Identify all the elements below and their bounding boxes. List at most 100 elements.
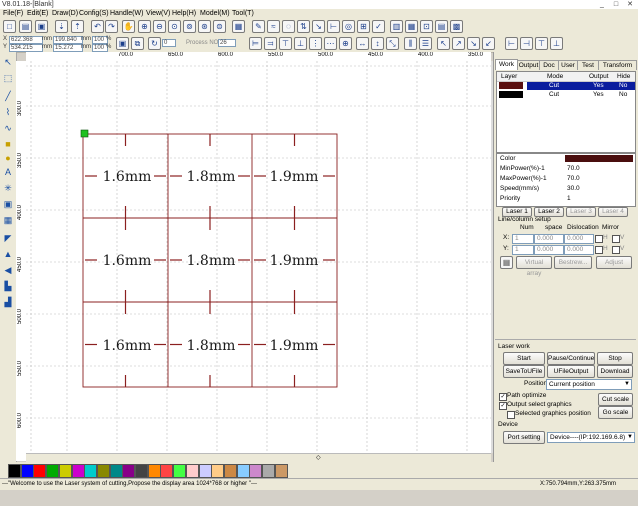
distribute-v-icon[interactable]: ☰ (419, 37, 432, 50)
prop-value[interactable]: 70.0 (567, 175, 580, 183)
save-to-ufile-button[interactable]: SaveToUFile (503, 365, 545, 378)
close-button[interactable]: ✕ (623, 0, 637, 9)
layout-icon[interactable]: ▤ (435, 20, 448, 33)
palette-swatch[interactable] (135, 464, 148, 478)
adjust-button[interactable]: Adjust (596, 256, 632, 269)
layer-color-swatch[interactable] (499, 91, 523, 98)
palette-swatch[interactable] (33, 464, 47, 478)
palette-swatch[interactable] (160, 464, 174, 478)
palette-swatch[interactable] (173, 464, 187, 478)
rectangle-tool-icon[interactable]: ■ (2, 138, 14, 150)
mirror-h-checkbox[interactable] (595, 235, 603, 243)
preview-icon[interactable]: ▦ (232, 20, 245, 33)
same-height-icon[interactable]: ↕ (371, 37, 384, 50)
tab-test[interactable]: Test (577, 60, 599, 70)
menu-model[interactable]: Model(M) (200, 9, 230, 18)
sort-icon[interactable]: ⇅ (297, 20, 310, 33)
grid-icon[interactable]: ▦ (405, 20, 418, 33)
tie-right-icon[interactable]: ⊣ (520, 37, 533, 50)
menu-view[interactable]: View(V) (146, 9, 170, 18)
align-center-icon[interactable]: ⊕ (339, 37, 352, 50)
palette-swatch[interactable] (71, 464, 85, 478)
redo-icon[interactable]: ↷ (105, 20, 118, 33)
pause-continue-button[interactable]: Pause/Continue (547, 352, 595, 365)
process-no-field[interactable]: 26 (218, 39, 236, 47)
align-left-icon[interactable]: ⊨ (249, 37, 262, 50)
same-size-icon[interactable]: ⤡ (386, 37, 399, 50)
scroll-thumb-icon[interactable]: ◇ (316, 454, 321, 462)
position-select[interactable]: Current position ▼ (546, 379, 632, 390)
select-tool-icon[interactable]: ↖ (2, 56, 14, 68)
menu-tool[interactable]: Tool(T) (232, 9, 254, 18)
node-edit-icon[interactable]: ✎ (252, 20, 265, 33)
tie-bottom-icon[interactable]: ⊥ (550, 37, 563, 50)
palette-swatch[interactable] (20, 464, 34, 478)
align-top-icon[interactable]: ⊤ (279, 37, 292, 50)
mirror-v-checkbox[interactable] (612, 246, 620, 254)
array-disloc-y[interactable]: 0.000 (564, 245, 594, 255)
laser3-button[interactable]: Laser 3 (566, 207, 596, 217)
mirror-h-checkbox[interactable] (595, 246, 603, 254)
palette-swatch[interactable] (147, 464, 161, 478)
go-scale-button[interactable]: Go scale (598, 406, 633, 419)
palette-swatch[interactable] (211, 464, 225, 478)
array-num-x[interactable]: 1 (512, 234, 534, 244)
tab-doc[interactable]: Doc (539, 60, 559, 70)
zoom-all-icon[interactable]: ⊜ (213, 20, 226, 33)
measure-icon[interactable]: ⊢ (327, 20, 340, 33)
distribute-h-icon[interactable]: ⫼ (404, 37, 417, 50)
snap-icon[interactable]: ⊡ (420, 20, 433, 33)
layer-output[interactable]: Yes (593, 82, 604, 90)
move-right-icon[interactable]: ↘ (467, 37, 480, 50)
point-tool-icon[interactable]: ✳ (2, 182, 14, 194)
menu-handle[interactable]: Handle(W) (110, 9, 143, 18)
array-space-y[interactable]: 0.000 (534, 245, 564, 255)
check-icon[interactable]: ✓ (372, 20, 385, 33)
minimize-button[interactable]: _ (595, 0, 609, 9)
export-icon[interactable]: ⇡ (71, 20, 84, 33)
move-up-icon[interactable]: ↗ (452, 37, 465, 50)
polyline-tool-icon[interactable]: ⌇ (2, 106, 14, 118)
palette-swatch[interactable] (58, 464, 72, 478)
ufile-output-button[interactable]: UFileOutput (547, 365, 595, 378)
zoom-fit-icon[interactable]: ⊙ (168, 20, 181, 33)
stop-button[interactable]: Stop (597, 352, 633, 365)
mirror-v-checkbox[interactable] (612, 235, 620, 243)
laser4-button[interactable]: Laser 4 (598, 207, 628, 217)
palette-swatch[interactable] (198, 464, 212, 478)
tab-user[interactable]: User (558, 60, 578, 70)
layer-output[interactable]: Yes (593, 91, 604, 99)
horizontal-scrollbar[interactable]: ◇ (26, 453, 491, 462)
layer-row[interactable]: Cut Yes No (497, 82, 635, 90)
mirror-icon[interactable]: ⧉ (131, 37, 144, 50)
layer-row[interactable]: Cut Yes No (497, 91, 635, 99)
import-icon[interactable]: ⇣ (55, 20, 68, 33)
maximize-button[interactable]: □ (609, 0, 623, 9)
text-tool-icon[interactable]: A (2, 166, 14, 178)
array-tool-icon[interactable]: ▦ (2, 214, 14, 226)
array-num-y[interactable]: 1 (512, 245, 534, 255)
flip-tool-icon[interactable]: ▲ (2, 248, 14, 260)
mirror-tool-icon[interactable]: ◤ (2, 232, 14, 244)
rotate-icon[interactable]: ↻ (148, 37, 161, 50)
palette-swatch[interactable] (46, 464, 60, 478)
array-icon[interactable]: ▩ (450, 20, 463, 33)
menu-file[interactable]: File(F) (3, 9, 23, 18)
path-optimize-checkbox[interactable]: ✓ (499, 393, 507, 401)
tab-output[interactable]: Output (517, 60, 540, 70)
palette-swatch[interactable] (96, 464, 110, 478)
array-disloc-x[interactable]: 0.000 (564, 234, 594, 244)
align-vcenter-icon[interactable]: ⋮ (309, 37, 322, 50)
align-tool-icon[interactable]: ▙ (2, 280, 14, 292)
zoom-out-icon[interactable]: ⊖ (153, 20, 166, 33)
bestrew-button[interactable]: Bestrew... (554, 256, 592, 269)
ellipse-tool-icon[interactable]: ● (2, 152, 14, 164)
pan-icon[interactable]: ✋ (122, 20, 135, 33)
array-space-x[interactable]: 0.000 (534, 234, 564, 244)
align-right-icon[interactable]: ⫤ (264, 37, 277, 50)
palette-swatch[interactable] (109, 464, 123, 478)
layer-mode[interactable]: Cut (549, 91, 559, 99)
x-field[interactable]: 622.368 (9, 36, 43, 44)
new-file-icon[interactable]: □ (3, 20, 16, 33)
fill-icon[interactable]: ▥ (390, 20, 403, 33)
